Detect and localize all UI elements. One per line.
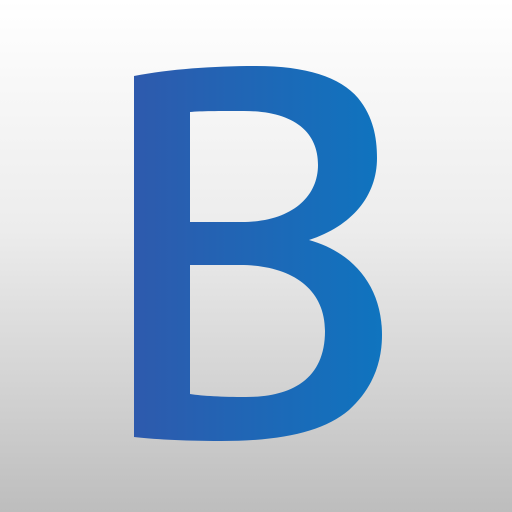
app-icon-tile: [0, 0, 512, 512]
letter-b-icon: [134, 66, 382, 441]
